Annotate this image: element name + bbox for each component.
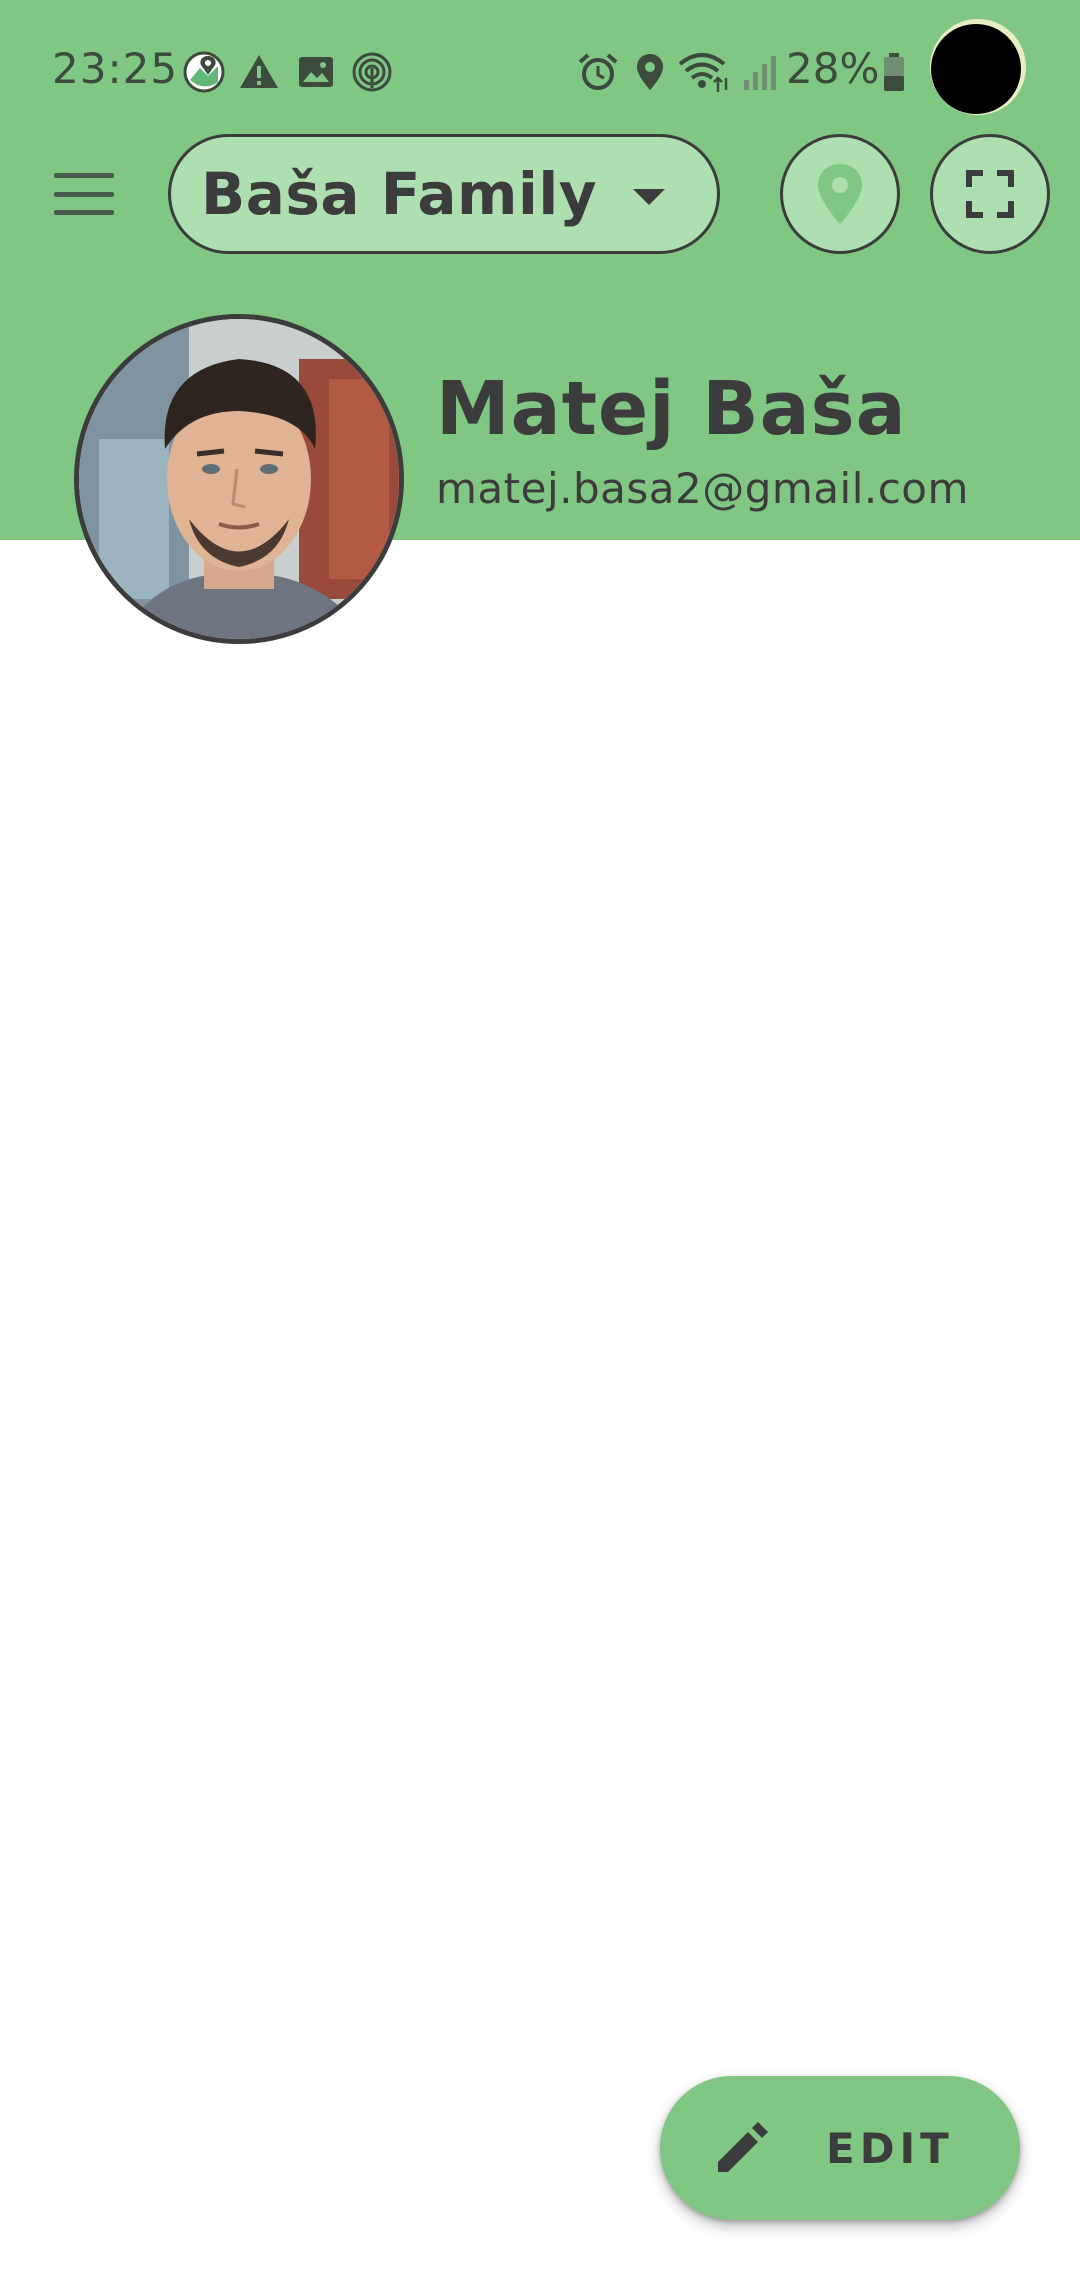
profile-email: matej.basa2@gmail.com	[436, 464, 969, 513]
warning-icon	[240, 55, 278, 88]
dropdown-arrow-icon	[633, 189, 665, 205]
app-screen: 23:25 28% Baša Family Matej Baša matej.b…	[0, 0, 1080, 2280]
wifi-icon	[678, 53, 728, 92]
profile-photo	[79, 319, 399, 639]
camera-cutout	[931, 24, 1021, 114]
location-button[interactable]	[780, 134, 900, 254]
battery-icon	[884, 53, 904, 91]
maps-notification-icon	[183, 51, 225, 93]
location-icon	[637, 54, 663, 90]
fullscreen-button[interactable]	[930, 134, 1050, 254]
battery-percent: 28%	[786, 44, 880, 93]
status-time: 23:25	[52, 44, 179, 93]
alarm-icon	[578, 53, 618, 90]
family-selector[interactable]: Baša Family	[168, 134, 720, 254]
location-pin-icon	[818, 164, 862, 224]
fingerprint-icon	[352, 52, 392, 92]
family-selector-label: Baša Family	[201, 160, 598, 228]
profile-name: Matej Baša	[436, 366, 907, 452]
edit-button[interactable]: EDIT	[660, 2076, 1020, 2220]
edit-button-label: EDIT	[826, 2123, 954, 2173]
menu-button[interactable]	[50, 165, 118, 223]
pencil-icon	[718, 2122, 768, 2172]
status-bar: 23:25 28%	[0, 0, 1080, 140]
avatar	[74, 314, 404, 644]
fullscreen-icon	[966, 170, 1014, 218]
signal-icon	[744, 56, 776, 90]
image-icon	[299, 57, 333, 87]
